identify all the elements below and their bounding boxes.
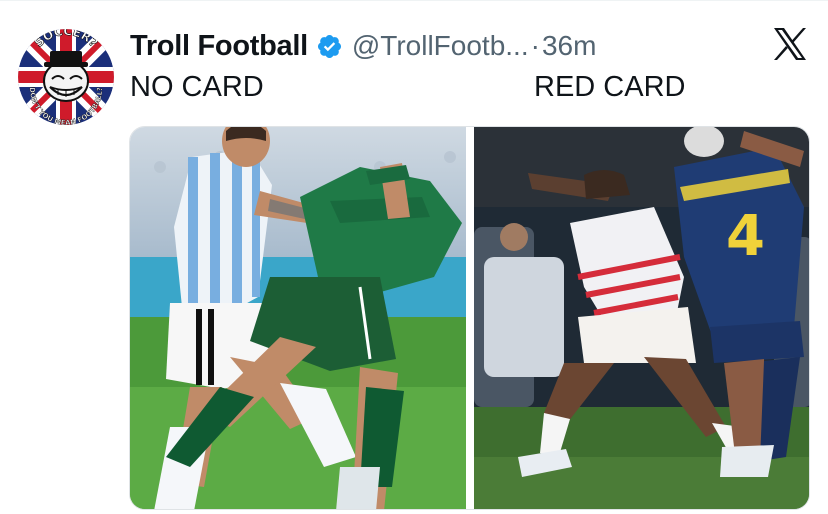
post-header: Troll Football @TrollFootb... · 36m <box>130 26 810 66</box>
x-logo-icon[interactable] <box>772 27 808 61</box>
caption-no-card: NO CARD <box>130 71 264 103</box>
separator-dot: · <box>530 30 540 61</box>
author-handle[interactable]: @TrollFootb... <box>352 30 529 62</box>
top-divider <box>0 0 828 1</box>
photo-left[interactable] <box>130 127 466 509</box>
photo-right-image: 4 <box>474 127 809 509</box>
timestamp[interactable]: 36m <box>542 30 596 62</box>
photo-left-image <box>130 127 466 509</box>
caption-red-card: RED CARD <box>534 71 686 103</box>
display-name[interactable]: Troll Football <box>130 30 308 63</box>
union-jack-troll-avatar-image: SOCCER? DON'T YOU MEAN FOOTBALL? <box>18 29 114 125</box>
photo-right[interactable]: 4 <box>474 127 809 509</box>
avatar[interactable]: SOCCER? DON'T YOU MEAN FOOTBALL? <box>18 29 114 125</box>
photo-right-jersey-number: 4 <box>726 204 765 269</box>
verified-badge-icon[interactable] <box>316 33 343 60</box>
media-grid: 4 <box>129 126 810 510</box>
